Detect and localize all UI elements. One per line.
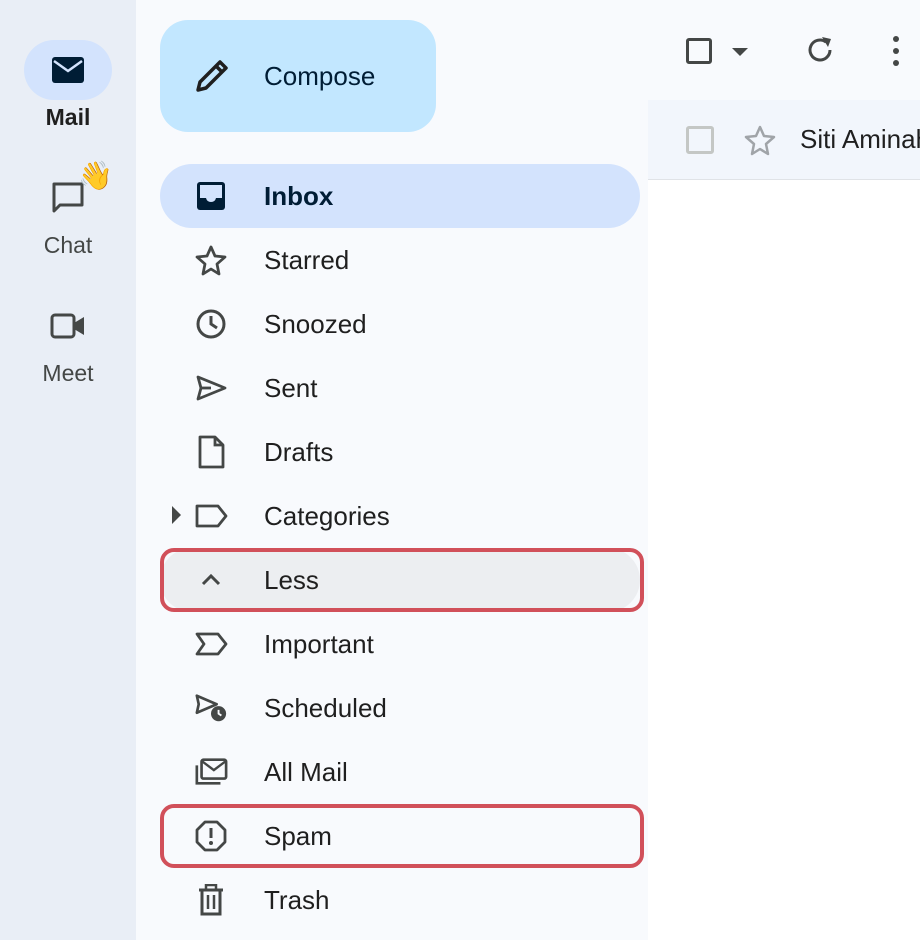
nav-item-snoozed[interactable]: Snoozed <box>160 292 640 356</box>
nav-item-inbox[interactable]: Inbox <box>160 164 640 228</box>
clock-icon <box>196 309 226 339</box>
mail-icon <box>52 57 84 83</box>
spam-icon <box>195 820 227 852</box>
rail-label-meet: Meet <box>42 360 94 386</box>
nav-label-snoozed: Snoozed <box>264 308 367 339</box>
wave-badge-icon: 👋 <box>78 159 113 192</box>
rail-item-meet[interactable]: Meet <box>0 296 136 387</box>
select-dropdown-icon[interactable] <box>732 48 748 56</box>
gmail-app: Mail 👋 Chat Meet Compose Inbox Starred S… <box>0 0 920 940</box>
refresh-icon[interactable] <box>804 34 836 66</box>
nav-label-important: Important <box>264 628 374 659</box>
nav-item-less[interactable]: Less <box>160 548 640 612</box>
nav-item-drafts[interactable]: Drafts <box>160 420 640 484</box>
inbox-icon <box>197 182 225 210</box>
message-panel: Siti Aminah <box>648 0 920 940</box>
nav-item-starred[interactable]: Starred <box>160 228 640 292</box>
scheduled-icon <box>195 694 227 722</box>
compose-label: Compose <box>264 60 376 91</box>
nav-item-trash[interactable]: Trash <box>160 868 640 932</box>
nav-label-drafts: Drafts <box>264 436 334 467</box>
pencil-icon <box>196 60 228 92</box>
folder-nav: Compose Inbox Starred Snoozed Sent Draft… <box>136 0 648 940</box>
trash-icon <box>199 884 223 916</box>
nav-item-important[interactable]: Important <box>160 612 640 676</box>
star-icon <box>195 245 227 276</box>
nav-label-categories: Categories <box>264 500 390 531</box>
video-icon <box>50 313 84 339</box>
compose-button[interactable]: Compose <box>160 20 436 132</box>
draft-icon <box>198 435 225 469</box>
nav-item-all-mail[interactable]: All Mail <box>160 740 640 804</box>
nav-label-starred: Starred <box>264 244 350 275</box>
nav-label-sent: Sent <box>264 372 318 403</box>
send-icon <box>196 375 227 401</box>
nav-item-spam[interactable]: Spam <box>160 804 640 868</box>
nav-item-categories[interactable]: Categories <box>160 484 640 548</box>
important-icon <box>195 632 228 656</box>
label-icon <box>195 504 228 528</box>
message-row[interactable]: Siti Aminah <box>648 100 920 180</box>
row-checkbox[interactable] <box>686 126 714 154</box>
nav-item-sent[interactable]: Sent <box>160 356 640 420</box>
nav-label-spam: Spam <box>264 820 332 851</box>
nav-label-inbox: Inbox <box>264 180 334 211</box>
chevron-up-icon <box>201 573 221 586</box>
list-toolbar <box>648 0 920 100</box>
nav-item-scheduled[interactable]: Scheduled <box>160 676 640 740</box>
nav-label-less: Less <box>264 564 319 595</box>
app-rail: Mail 👋 Chat Meet <box>0 0 136 940</box>
expand-caret-icon[interactable] <box>172 506 181 524</box>
nav-label-all-mail: All Mail <box>264 756 348 787</box>
more-options-icon[interactable] <box>888 34 904 68</box>
rail-item-mail[interactable]: Mail <box>0 40 136 131</box>
rail-label-chat: Chat <box>43 232 93 258</box>
row-sender: Siti Aminah <box>800 124 920 154</box>
all-mail-icon <box>195 758 228 785</box>
nav-label-trash: Trash <box>264 884 330 915</box>
nav-label-scheduled: Scheduled <box>264 692 387 723</box>
rail-label-mail: Mail <box>45 104 91 130</box>
rail-item-chat[interactable]: 👋 Chat <box>0 162 136 259</box>
row-star-icon[interactable] <box>744 124 776 156</box>
select-all-checkbox[interactable] <box>686 38 712 64</box>
